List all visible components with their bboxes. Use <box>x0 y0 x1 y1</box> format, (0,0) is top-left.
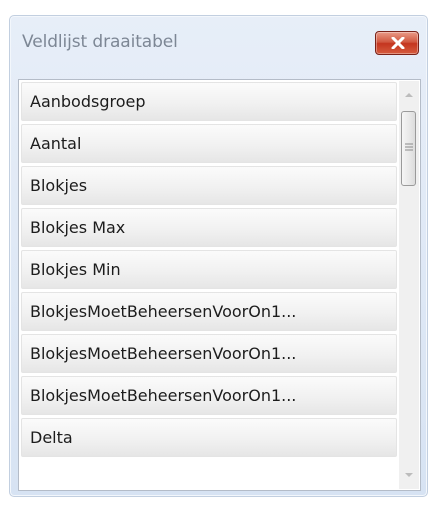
field-name: Blokjes Max <box>30 218 126 237</box>
vertical-scrollbar[interactable] <box>399 81 419 489</box>
list-item[interactable]: Blokjes Min <box>21 250 397 289</box>
field-list[interactable]: Aanbodsgroep Aantal Blokjes Blokjes Max … <box>18 79 421 491</box>
scrollbar-thumb[interactable] <box>401 111 416 186</box>
pivot-field-list-window: Veldlijst draaitabel Aanbodsgroep Aantal… <box>9 15 428 497</box>
list-item[interactable]: Delta <box>21 418 397 457</box>
list-item[interactable]: Aanbodsgroep <box>21 82 397 121</box>
list-item[interactable]: BlokjesMoetBeheersenVoorOn1... <box>21 334 397 373</box>
field-name: BlokjesMoetBeheersenVoorOn1... <box>30 302 297 321</box>
field-name: Aanbodsgroep <box>30 92 146 111</box>
field-items: Aanbodsgroep Aantal Blokjes Blokjes Max … <box>21 82 397 460</box>
list-item[interactable]: BlokjesMoetBeheersenVoorOn1... <box>21 376 397 415</box>
field-name: BlokjesMoetBeheersenVoorOn1... <box>30 386 297 405</box>
window-title: Veldlijst draaitabel <box>22 32 178 52</box>
grip-icon <box>405 143 413 151</box>
field-name: Blokjes <box>30 176 88 195</box>
field-name: Delta <box>30 428 73 447</box>
scroll-up-arrow-icon[interactable] <box>403 89 415 101</box>
scroll-down-arrow-icon[interactable] <box>403 469 415 481</box>
field-name: Aantal <box>30 134 82 153</box>
list-item[interactable]: Blokjes <box>21 166 397 205</box>
list-item[interactable]: Blokjes Max <box>21 208 397 247</box>
field-name: BlokjesMoetBeheersenVoorOn1... <box>30 344 297 363</box>
list-item[interactable]: BlokjesMoetBeheersenVoorOn1... <box>21 292 397 331</box>
list-item[interactable]: Aantal <box>21 124 397 163</box>
close-button[interactable] <box>375 31 419 55</box>
field-name: Blokjes Min <box>30 260 121 279</box>
close-icon <box>391 37 405 49</box>
